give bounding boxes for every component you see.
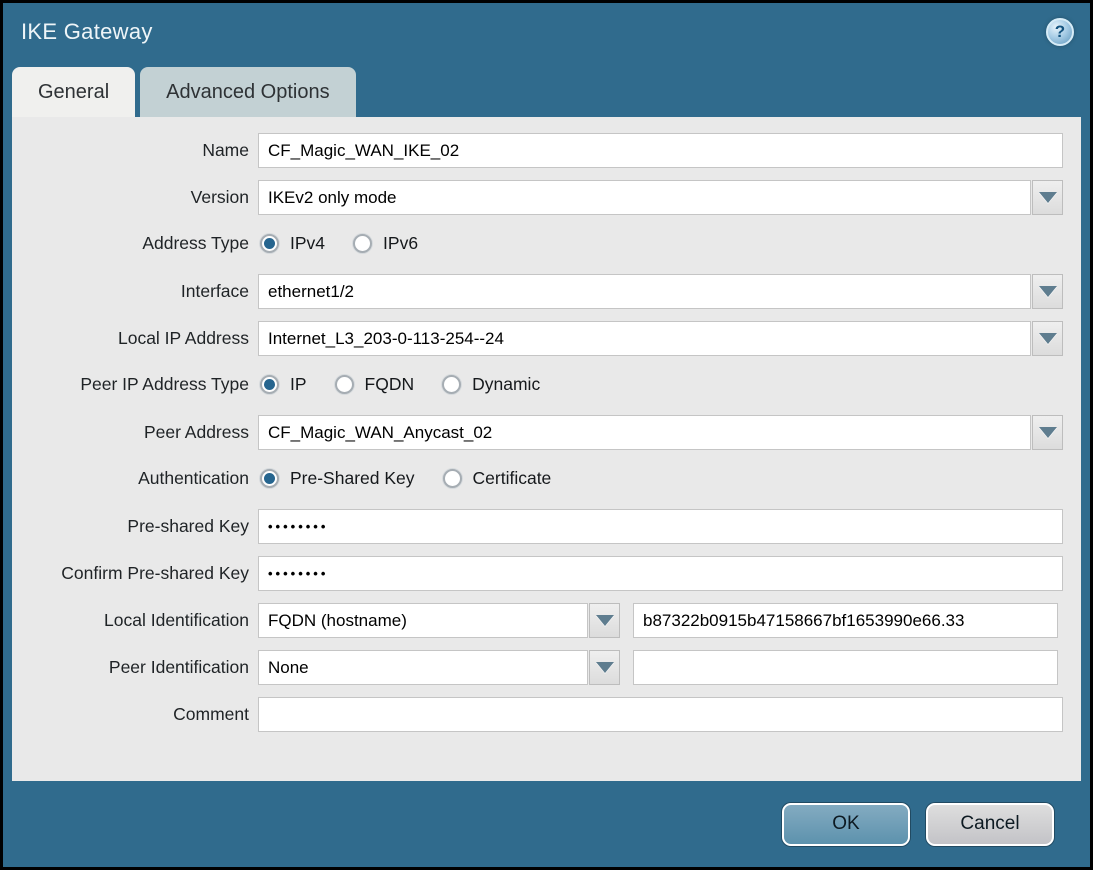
local-identification-type-select[interactable] xyxy=(258,603,588,638)
peer-identification-type-select[interactable] xyxy=(258,650,588,685)
interface-dropdown-button[interactable] xyxy=(1032,274,1063,309)
version-row: Version xyxy=(12,180,1063,215)
radio-certificate[interactable]: Certificate xyxy=(443,468,552,489)
local-identification-dropdown-button[interactable] xyxy=(589,603,620,638)
authentication-label: Authentication xyxy=(12,468,258,489)
radio-unselected-icon xyxy=(353,234,372,253)
radio-ip[interactable]: IP xyxy=(260,374,307,395)
chevron-down-icon xyxy=(596,615,614,626)
tab-general[interactable]: General xyxy=(12,67,135,117)
tabstrip: General Advanced Options xyxy=(3,61,1090,117)
local-identification-label: Local Identification xyxy=(12,610,258,631)
chevron-down-icon xyxy=(1039,427,1057,438)
cancel-button[interactable]: Cancel xyxy=(926,803,1054,846)
dialog-titlebar: IKE Gateway ? xyxy=(3,3,1090,61)
pre-shared-key-row: Pre-shared Key xyxy=(12,509,1063,544)
chevron-down-icon xyxy=(1039,333,1057,344)
name-label: Name xyxy=(12,140,258,161)
version-label: Version xyxy=(12,187,258,208)
peer-identification-row: Peer Identification xyxy=(12,650,1063,685)
interface-label: Interface xyxy=(12,281,258,302)
peer-identification-label: Peer Identification xyxy=(12,657,258,678)
chevron-down-icon xyxy=(1039,192,1057,203)
name-row: Name xyxy=(12,133,1063,168)
peer-address-select[interactable] xyxy=(258,415,1031,450)
peer-address-label: Peer Address xyxy=(12,422,258,443)
peer-address-dropdown-button[interactable] xyxy=(1032,415,1063,450)
confirm-pre-shared-key-row: Confirm Pre-shared Key xyxy=(12,556,1063,591)
spacer xyxy=(620,650,633,685)
comment-input[interactable] xyxy=(258,697,1063,732)
radio-pre-shared-key[interactable]: Pre-Shared Key xyxy=(260,468,415,489)
dialog-footer: OK Cancel xyxy=(3,781,1090,867)
pre-shared-key-label: Pre-shared Key xyxy=(12,516,258,537)
chevron-down-icon xyxy=(596,662,614,673)
authentication-row: Authentication Pre-Shared Key Certificat… xyxy=(12,462,1063,494)
comment-row: Comment xyxy=(12,697,1063,732)
peer-identification-dropdown-button[interactable] xyxy=(589,650,620,685)
ike-gateway-dialog: IKE Gateway ? General Advanced Options N… xyxy=(0,0,1093,870)
peer-identification-value-input[interactable] xyxy=(633,650,1058,685)
version-select[interactable] xyxy=(258,180,1031,215)
radio-dynamic[interactable]: Dynamic xyxy=(442,374,540,395)
dialog-title: IKE Gateway xyxy=(21,19,153,45)
local-ip-address-dropdown-button[interactable] xyxy=(1032,321,1063,356)
confirm-pre-shared-key-label: Confirm Pre-shared Key xyxy=(12,563,258,584)
peer-ip-address-type-row: Peer IP Address Type IP FQDN Dynamic xyxy=(12,368,1063,400)
chevron-down-icon xyxy=(1039,286,1057,297)
radio-unselected-icon xyxy=(442,375,461,394)
version-dropdown-button[interactable] xyxy=(1032,180,1063,215)
address-type-label: Address Type xyxy=(12,233,258,254)
spacer xyxy=(620,603,633,638)
address-type-row: Address Type IPv4 IPv6 xyxy=(12,227,1063,259)
radio-ipv4[interactable]: IPv4 xyxy=(260,233,325,254)
ok-button[interactable]: OK xyxy=(782,803,910,846)
interface-row: Interface xyxy=(12,274,1063,309)
help-icon[interactable]: ? xyxy=(1046,18,1074,46)
local-identification-value-input[interactable] xyxy=(633,603,1058,638)
peer-ip-address-type-label: Peer IP Address Type xyxy=(12,374,258,395)
name-input[interactable] xyxy=(258,133,1063,168)
confirm-pre-shared-key-input[interactable] xyxy=(258,556,1063,591)
general-tab-panel: Name Version Address Type IPv4 xyxy=(12,117,1081,781)
local-ip-address-select[interactable] xyxy=(258,321,1031,356)
interface-select[interactable] xyxy=(258,274,1031,309)
local-ip-address-label: Local IP Address xyxy=(12,328,258,349)
radio-unselected-icon xyxy=(335,375,354,394)
local-identification-row: Local Identification xyxy=(12,603,1063,638)
pre-shared-key-input[interactable] xyxy=(258,509,1063,544)
radio-selected-icon xyxy=(260,375,279,394)
radio-ipv6[interactable]: IPv6 xyxy=(353,233,418,254)
tab-advanced-options[interactable]: Advanced Options xyxy=(140,67,355,117)
radio-selected-icon xyxy=(260,469,279,488)
peer-address-row: Peer Address xyxy=(12,415,1063,450)
radio-unselected-icon xyxy=(443,469,462,488)
radio-fqdn[interactable]: FQDN xyxy=(335,374,415,395)
comment-label: Comment xyxy=(12,704,258,725)
local-ip-address-row: Local IP Address xyxy=(12,321,1063,356)
radio-selected-icon xyxy=(260,234,279,253)
